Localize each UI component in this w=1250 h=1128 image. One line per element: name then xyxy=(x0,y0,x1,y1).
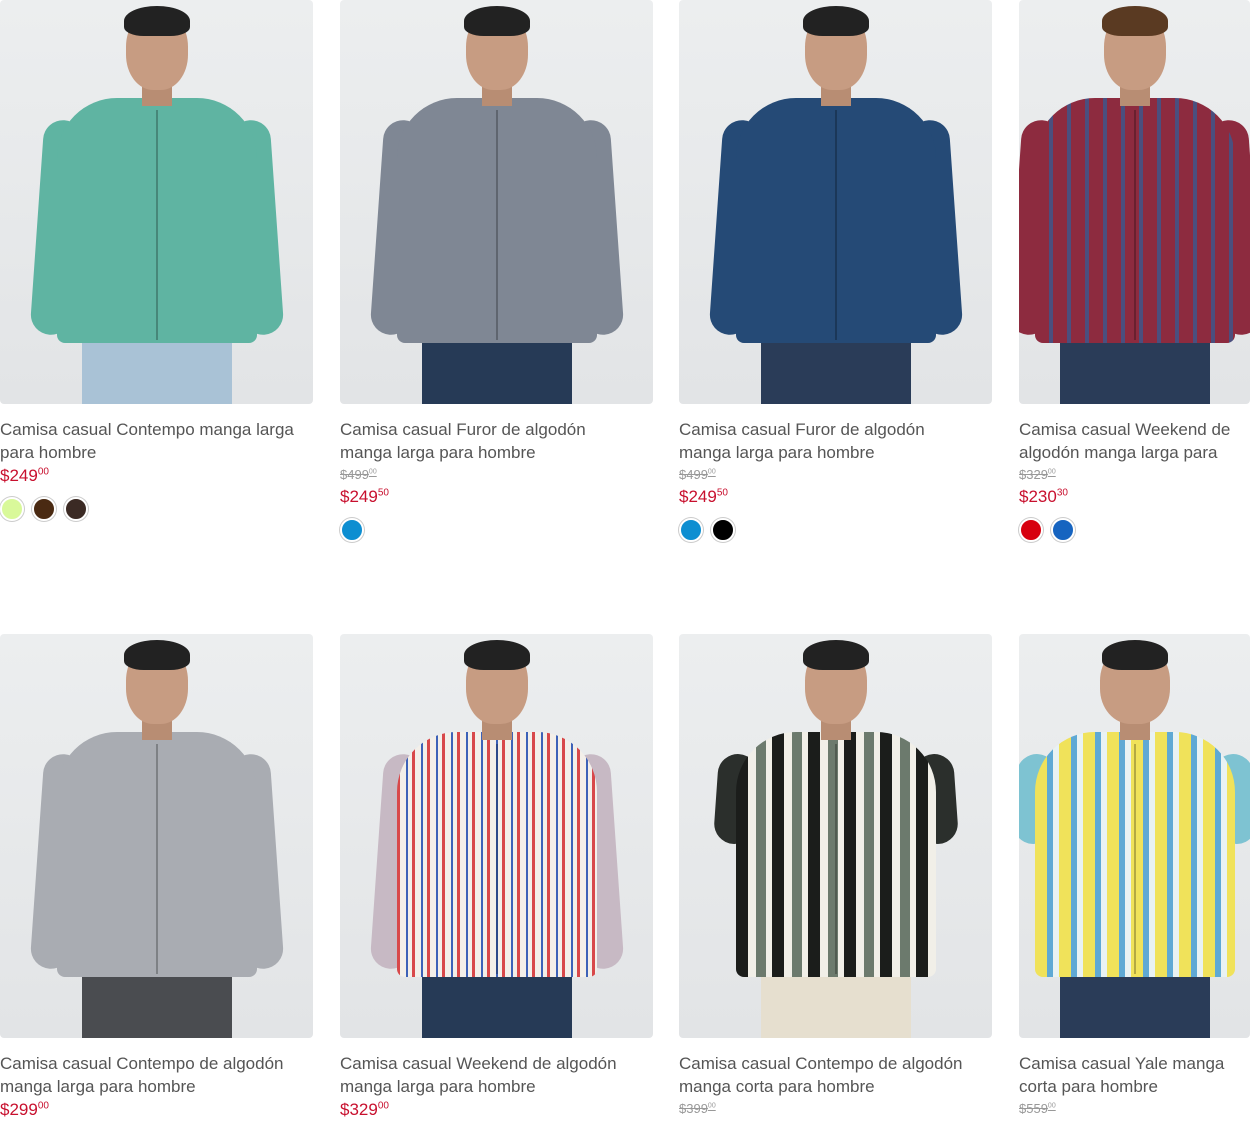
product-card[interactable]: Camisa casual Contempo de algodón manga … xyxy=(0,634,313,1120)
product-image[interactable] xyxy=(0,634,313,1038)
product-card[interactable]: Camisa casual Furor de algodón manga lar… xyxy=(340,0,653,542)
color-swatch-icon[interactable] xyxy=(1051,518,1075,542)
product-price: $23030 xyxy=(1019,487,1068,506)
original-price: $49900 xyxy=(679,467,716,482)
original-price: $55900 xyxy=(1019,1101,1056,1116)
product-title[interactable]: Camisa casual Contempo manga larga para … xyxy=(0,418,300,464)
product-card[interactable]: Camisa casual Weekend de algodón manga l… xyxy=(1019,0,1250,542)
original-price: $49900 xyxy=(340,467,377,482)
color-swatches xyxy=(340,518,653,542)
product-image[interactable] xyxy=(1019,0,1250,404)
color-swatches xyxy=(0,497,313,521)
product-title[interactable]: Camisa casual Furor de algodón manga lar… xyxy=(340,418,640,464)
product-price: $24900 xyxy=(0,466,49,485)
color-swatches xyxy=(1019,518,1250,542)
product-price: $24950 xyxy=(340,487,389,506)
product-image[interactable] xyxy=(340,634,653,1038)
product-card[interactable]: Camisa casual Furor de algodón manga lar… xyxy=(679,0,992,542)
color-swatch-icon[interactable] xyxy=(32,497,56,521)
color-swatch-icon[interactable] xyxy=(0,497,24,521)
color-swatches xyxy=(679,518,992,542)
product-card[interactable]: Camisa casual Contempo manga larga para … xyxy=(0,0,313,521)
product-price: $29900 xyxy=(0,1100,49,1119)
color-swatch-icon[interactable] xyxy=(340,518,364,542)
product-title[interactable]: Camisa casual Contempo de algodón manga … xyxy=(679,1052,979,1098)
product-title[interactable]: Camisa casual Contempo de algodón manga … xyxy=(0,1052,300,1098)
color-swatch-icon[interactable] xyxy=(711,518,735,542)
product-card[interactable]: Camisa casual Weekend de algodón manga l… xyxy=(340,634,653,1120)
color-swatch-icon[interactable] xyxy=(64,497,88,521)
original-price: $32900 xyxy=(1019,467,1056,482)
product-price: $32900 xyxy=(340,1100,389,1119)
product-title[interactable]: Camisa casual Weekend de algodón manga l… xyxy=(340,1052,640,1098)
product-image[interactable] xyxy=(1019,634,1250,1038)
color-swatch-icon[interactable] xyxy=(1019,518,1043,542)
product-card[interactable]: Camisa casual Contempo de algodón manga … xyxy=(679,634,992,1119)
product-image[interactable] xyxy=(0,0,313,404)
product-card[interactable]: Camisa casual Yale manga corta para homb… xyxy=(1019,634,1250,1119)
product-price: $24950 xyxy=(679,487,728,506)
original-price: $39900 xyxy=(679,1101,716,1116)
color-swatch-icon[interactable] xyxy=(679,518,703,542)
product-image[interactable] xyxy=(679,634,992,1038)
product-image[interactable] xyxy=(340,0,653,404)
product-title[interactable]: Camisa casual Furor de algodón manga lar… xyxy=(679,418,979,464)
product-title[interactable]: Camisa casual Yale manga corta para homb… xyxy=(1019,1052,1250,1098)
product-image[interactable] xyxy=(679,0,992,404)
product-title[interactable]: Camisa casual Weekend de algodón manga l… xyxy=(1019,418,1250,464)
